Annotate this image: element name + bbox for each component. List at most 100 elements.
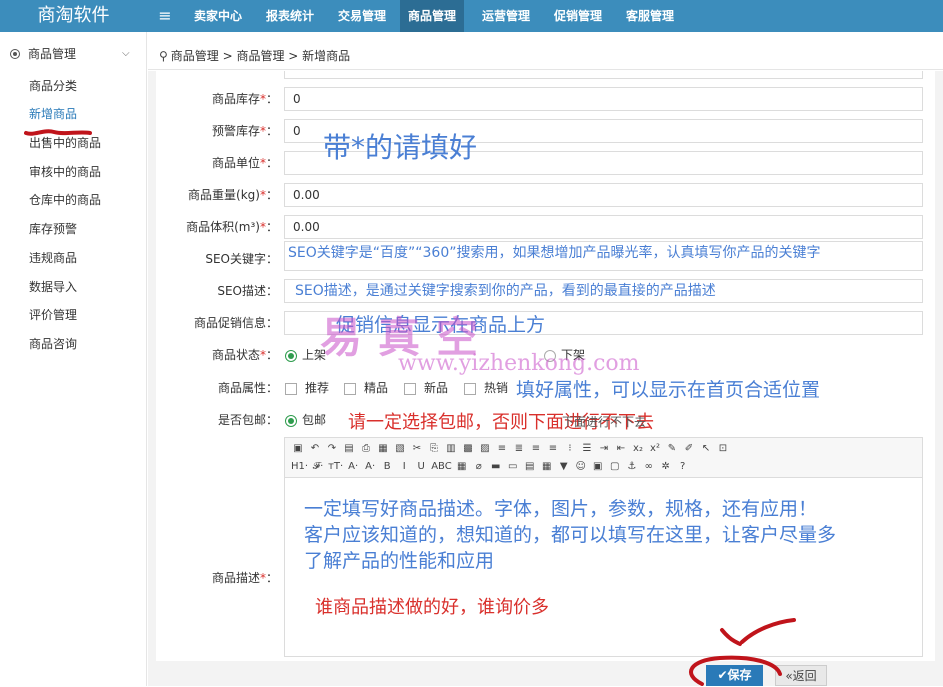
editor-tool-tb1-0-icon[interactable]: ▣ xyxy=(291,440,305,458)
sidebar-item-warehouse[interactable]: 仓库中的商品 xyxy=(29,190,101,210)
editor-tool-tb2-2-icon[interactable]: тT· xyxy=(328,458,343,476)
editor-tool-tb2-17-icon[interactable]: ▣ xyxy=(591,458,605,476)
shipping-label: 是否包邮： xyxy=(217,413,278,427)
attr-premium-checkbox[interactable]: 精品 xyxy=(344,378,388,398)
editor-tool-tb2-6-icon[interactable]: I xyxy=(397,458,411,476)
editor-tool-tb2-7-icon[interactable]: U xyxy=(414,458,428,476)
brand-logo[interactable]: 商淘软件 xyxy=(0,0,147,32)
editor-tool-tb1-13-icon[interactable]: ≣ xyxy=(512,440,526,458)
editor-tool-tb2-9-icon[interactable]: ▦ xyxy=(455,458,469,476)
sidebar-item-reviews[interactable]: 评价管理 xyxy=(29,305,77,325)
breadcrumb-text: 商品管理 > 商品管理 > 新增商品 xyxy=(170,49,351,63)
sidebar-item-reviewing[interactable]: 审核中的商品 xyxy=(29,162,101,182)
seo-keywords-input[interactable]: SEO关键字是“百度”“360”搜索用，如果想增加产品曝光率，认真填写你产品的关… xyxy=(284,241,923,271)
editor-tool-tb2-10-icon[interactable]: ⌀ xyxy=(472,458,486,476)
editor-tool-tb2-22-icon[interactable]: ? xyxy=(676,458,690,476)
editor-tool-tb1-19-icon[interactable]: ⇤ xyxy=(614,440,628,458)
seo-desc-label: SEO描述： xyxy=(217,284,278,298)
nav-reports[interactable]: 报表统计 xyxy=(258,0,322,32)
editor-tool-tb2-18-icon[interactable]: ▢ xyxy=(608,458,622,476)
required-hint-annotation: 带*的请填好 xyxy=(323,131,478,164)
weight-label: 商品重量(kg)*： xyxy=(188,188,278,202)
checkbox-icon xyxy=(404,382,416,395)
editor-tool-tb2-1-icon[interactable]: 𝓕· xyxy=(311,458,325,476)
editor-tool-tb1-14-icon[interactable]: ≡ xyxy=(529,440,543,458)
checkbox-icon xyxy=(285,382,297,395)
attr-hint-annotation: 填好属性，可以显示在首页合适位置 xyxy=(516,379,821,401)
editor-toolbar: ▣ ↶ ↷ ▤ ⎙ ▦ ▧ ✂ ⎘ ▥ ▩ ▨ ≡ ≣ ≡ ≡ ⁝ ☰ ⇥ ⇤ x₂ x² ✎ ✐ ↖ ⊡ H1· 𝓕· тT· A· A… xyxy=(285,438,922,478)
status-label: 商品状态*： xyxy=(211,348,278,362)
editor-tool-tb2-12-icon[interactable]: ▭ xyxy=(506,458,520,476)
nav-promotion[interactable]: 促销管理 xyxy=(546,0,610,32)
stock-input[interactable]: 0 xyxy=(284,87,923,111)
editor-tool-tb1-23-icon[interactable]: ✐ xyxy=(682,440,696,458)
red-underline-mark xyxy=(24,129,92,136)
nav-operation[interactable]: 运营管理 xyxy=(474,0,538,32)
sidebar-item-import[interactable]: 数据导入 xyxy=(29,277,77,297)
nav-seller-center[interactable]: 卖家中心 xyxy=(186,0,250,32)
editor-tool-tb2-13-icon[interactable]: ▤ xyxy=(523,458,537,476)
editor-tool-tb2-5-icon[interactable]: B xyxy=(380,458,394,476)
nav-goods[interactable]: 商品管理 xyxy=(400,0,465,32)
editor-tool-tb1-9-icon[interactable]: ▥ xyxy=(444,440,458,458)
editor-tool-tb2-16-icon[interactable]: ☺ xyxy=(574,458,588,476)
sidebar-item-inquiry[interactable]: 商品咨询 xyxy=(29,334,77,354)
editor-tool-tb2-20-icon[interactable]: ∞ xyxy=(642,458,656,476)
editor-tool-tb2-3-icon[interactable]: A· xyxy=(346,458,360,476)
editor-tool-tb1-5-icon[interactable]: ▦ xyxy=(376,440,390,458)
checkbox-icon xyxy=(344,382,356,395)
editor-tool-tb2-8-icon[interactable]: ABC xyxy=(431,458,452,476)
radio-selected-icon xyxy=(285,349,297,362)
editor-tool-tb1-22-icon[interactable]: ✎ xyxy=(665,440,679,458)
volume-input[interactable]: 0.00 xyxy=(284,215,923,239)
editor-tool-tb1-2-icon[interactable]: ↷ xyxy=(325,440,339,458)
editor-tool-tb1-1-icon[interactable]: ↶ xyxy=(308,440,322,458)
attrs-label: 商品属性： xyxy=(217,381,278,395)
editor-tool-tb1-7-icon[interactable]: ✂ xyxy=(410,440,424,458)
desc-hint-3: 了解产品的性能和应用 xyxy=(304,550,495,572)
warn-stock-label: 预警库存*： xyxy=(211,124,278,138)
sidebar-item-violation[interactable]: 违规商品 xyxy=(29,248,77,268)
editor-tool-tb1-25-icon[interactable]: ⊡ xyxy=(716,440,730,458)
unit-label: 商品单位*： xyxy=(211,156,278,170)
editor-tool-tb2-11-icon[interactable]: ▬ xyxy=(489,458,503,476)
nav-trade[interactable]: 交易管理 xyxy=(330,0,394,32)
sidebar-section-goods[interactable]: 商品管理 ⌵ xyxy=(0,40,147,68)
editor-tool-tb1-24-icon[interactable]: ↖ xyxy=(699,440,713,458)
editor-tool-tb1-12-icon[interactable]: ≡ xyxy=(495,440,509,458)
sidebar-item-category[interactable]: 商品分类 xyxy=(29,76,77,96)
editor-tool-tb1-4-icon[interactable]: ⎙ xyxy=(359,440,373,458)
attr-recommend-checkbox[interactable]: 推荐 xyxy=(285,378,329,398)
editor-tool-tb1-3-icon[interactable]: ▤ xyxy=(342,440,356,458)
editor-tool-tb2-0-icon[interactable]: H1· xyxy=(291,458,308,476)
editor-tool-tb1-8-icon[interactable]: ⎘ xyxy=(427,440,441,458)
checkbox-icon xyxy=(464,382,476,395)
editor-tool-tb1-11-icon[interactable]: ▨ xyxy=(478,440,492,458)
editor-tool-tb1-10-icon[interactable]: ▩ xyxy=(461,440,475,458)
editor-tool-tb1-6-icon[interactable]: ▧ xyxy=(393,440,407,458)
red-circle-mark xyxy=(689,618,796,686)
hamburger-icon[interactable]: ≡ xyxy=(150,0,180,32)
editor-tool-tb2-21-icon[interactable]: ✲ xyxy=(659,458,673,476)
seo-desc-input[interactable]: SEO描述，是通过关键字搜索到你的产品，看到的最直接的产品描述 xyxy=(284,279,923,303)
editor-tool-tb1-18-icon[interactable]: ⇥ xyxy=(597,440,611,458)
watermark-url: www.yizhenkong.com xyxy=(398,351,640,376)
attr-new-checkbox[interactable]: 新品 xyxy=(404,378,448,398)
editor-tool-tb2-14-icon[interactable]: ▦ xyxy=(540,458,554,476)
nav-service[interactable]: 客服管理 xyxy=(618,0,682,32)
editor-tool-tb1-15-icon[interactable]: ≡ xyxy=(546,440,560,458)
weight-input[interactable]: 0.00 xyxy=(284,183,923,207)
editor-tool-tb2-15-icon[interactable]: ▼ xyxy=(557,458,571,476)
editor-tool-tb2-19-icon[interactable]: ⚓ xyxy=(625,458,639,476)
desc-hint-1: 一定填写好商品描述。字体，图片，参数，规格，还有应用！ xyxy=(304,498,818,520)
attr-hot-checkbox[interactable]: 热销 xyxy=(464,378,508,398)
editor-tool-tb1-20-icon[interactable]: x₂ xyxy=(631,440,645,458)
free-shipping-radio[interactable]: 包邮 xyxy=(285,410,326,430)
sidebar-item-add-goods[interactable]: 新增商品 xyxy=(29,104,77,124)
sidebar-item-stock-warning[interactable]: 库存预警 xyxy=(29,219,77,239)
editor-tool-tb1-21-icon[interactable]: x² xyxy=(648,440,662,458)
location-pin-icon: ⚲ xyxy=(159,49,168,63)
editor-tool-tb1-17-icon[interactable]: ☰ xyxy=(580,440,594,458)
editor-tool-tb1-16-icon[interactable]: ⁝ xyxy=(563,440,577,458)
editor-tool-tb2-4-icon[interactable]: A· xyxy=(363,458,377,476)
